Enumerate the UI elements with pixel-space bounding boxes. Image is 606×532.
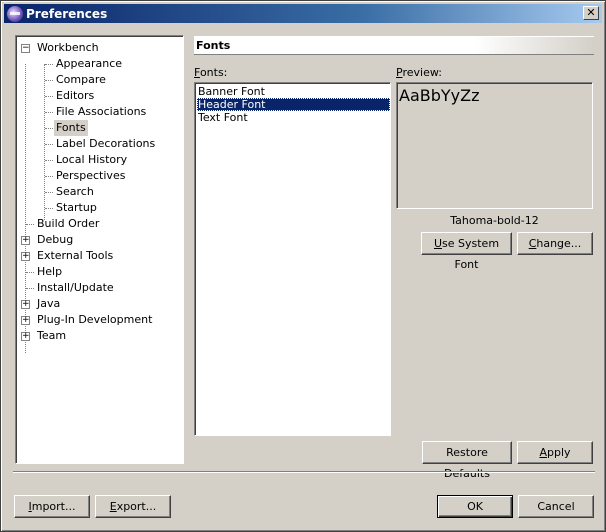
tree-item-label: Build Order: [37, 217, 100, 230]
preferences-window: Preferences ✕ − Workbench Appearance Com…: [0, 0, 606, 532]
tree-item-label: Search: [56, 185, 94, 198]
expand-icon[interactable]: +: [21, 316, 30, 325]
tree-item-label: Help: [37, 265, 63, 278]
restore-defaults-button[interactable]: Restore Defaults: [422, 441, 512, 480]
page-title: Fonts: [194, 36, 594, 55]
font-description: Tahoma-bold-12: [450, 214, 539, 227]
expand-icon[interactable]: +: [21, 332, 30, 341]
ok-button[interactable]: OK: [437, 495, 513, 518]
preview-text: AaBbYyZz: [399, 86, 480, 105]
fonts-label: Fonts:: [194, 66, 228, 79]
list-item[interactable]: Banner Font: [197, 85, 390, 98]
eclipse-icon: [7, 5, 23, 22]
tree-item-label: External Tools: [37, 249, 114, 262]
tree-item-external-tools[interactable]: + External Tools: [16, 248, 183, 264]
collapse-icon[interactable]: −: [21, 44, 30, 53]
tree-item-local-history[interactable]: Local History: [16, 152, 183, 168]
export-button[interactable]: Export...: [95, 495, 171, 518]
tree-item-workbench[interactable]: − Workbench: [16, 40, 183, 56]
tree-item-install-update[interactable]: Install/Update: [16, 280, 183, 296]
tree-item-help[interactable]: Help: [16, 264, 183, 280]
tree-item-label: Compare: [56, 73, 106, 86]
tree-item-file-associations[interactable]: File Associations: [16, 104, 183, 120]
tree-item-label: Appearance: [56, 57, 123, 70]
tree-item-label: Plug-In Development: [37, 313, 153, 326]
tree-item-startup[interactable]: Startup: [16, 200, 183, 216]
expand-icon[interactable]: +: [21, 236, 30, 245]
tree-item-label: Perspectives: [56, 169, 126, 182]
tree-item-label: Label Decorations: [56, 137, 156, 150]
title-bar[interactable]: Preferences ✕: [4, 4, 602, 23]
window-title: Preferences: [26, 6, 108, 21]
tree-item-team[interactable]: + Team: [16, 328, 183, 344]
fonts-list[interactable]: Banner Font Header Font Text Font: [194, 82, 391, 436]
tree-item-label: Team: [37, 329, 67, 342]
tree-item-perspectives[interactable]: Perspectives: [16, 168, 183, 184]
tree-item-debug[interactable]: + Debug: [16, 232, 183, 248]
change-button[interactable]: Change...: [517, 232, 593, 255]
tree-item-search[interactable]: Search: [16, 184, 183, 200]
tree-item-editors[interactable]: Editors: [16, 88, 183, 104]
apply-button[interactable]: Apply: [517, 441, 593, 464]
tree-item-label: Debug: [37, 233, 74, 246]
tree-item-label: Startup: [56, 201, 97, 214]
preferences-tree[interactable]: − Workbench Appearance Compare Editors F…: [15, 35, 184, 464]
list-item[interactable]: Text Font: [197, 111, 390, 124]
tree-item-label: Local History: [56, 153, 128, 166]
tree-item-label: Install/Update: [37, 281, 114, 294]
tree-item-label: Java: [37, 297, 61, 310]
expand-icon[interactable]: +: [21, 300, 30, 309]
import-button[interactable]: Import...: [14, 495, 90, 518]
tree-item-label: Workbench: [37, 41, 99, 54]
use-system-font-button[interactable]: Use System Font: [421, 232, 512, 271]
tree-item-java[interactable]: + Java: [16, 296, 183, 312]
tree-item-plug-in-development[interactable]: + Plug-In Development: [16, 312, 183, 328]
preview-label: Preview:: [396, 66, 442, 79]
preview-box: AaBbYyZz: [396, 82, 593, 209]
tree-item-label-decorations[interactable]: Label Decorations: [16, 136, 183, 152]
expand-icon[interactable]: +: [21, 252, 30, 261]
tree-item-label: Fonts: [54, 120, 88, 136]
cancel-button[interactable]: Cancel: [518, 495, 594, 518]
list-item-selected[interactable]: Header Font: [197, 98, 390, 111]
separator: [13, 471, 595, 473]
close-button[interactable]: ✕: [583, 6, 599, 20]
tree-item-label: File Associations: [56, 105, 147, 118]
tree-item-build-order[interactable]: Build Order: [16, 216, 183, 232]
tree-item-compare[interactable]: Compare: [16, 72, 183, 88]
tree-item-fonts[interactable]: Fonts: [16, 120, 183, 136]
tree-item-appearance[interactable]: Appearance: [16, 56, 183, 72]
tree-item-label: Editors: [56, 89, 95, 102]
